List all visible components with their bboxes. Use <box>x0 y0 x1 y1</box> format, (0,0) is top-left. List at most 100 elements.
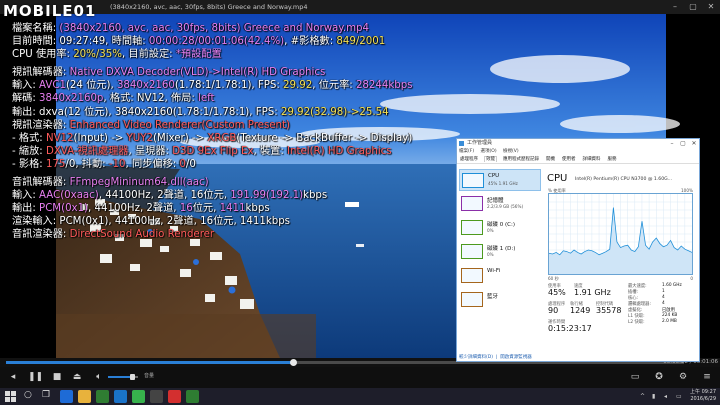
tm-menu-view[interactable]: 檢視(V) <box>503 149 519 154</box>
app-icon[interactable] <box>132 390 145 403</box>
notification-icon[interactable]: ▭ <box>676 393 682 400</box>
fewer-details-link[interactable]: 較少詳細資料(D) <box>459 355 493 360</box>
tm-resource-item[interactable]: Wi-Fi <box>459 265 541 287</box>
cpu-spec-key: L2 快取: <box>628 320 645 325</box>
clock-time: 上午 09:27 <box>690 389 716 395</box>
tm-tab[interactable]: 詳細資料 <box>582 157 602 162</box>
osd-segment: , 44100Hz, 2聲道, 16位元, <box>98 190 231 202</box>
osd-line: 視訊解碼器: Native DXVA Decoder(VLD)->Intel(R… <box>12 66 472 79</box>
tm-tab[interactable]: 效能 <box>484 156 497 162</box>
search-icon[interactable]: ○ <box>24 390 37 403</box>
osd-segment: NV12 <box>45 132 74 144</box>
volume-tray-icon[interactable]: ◂ <box>664 393 667 400</box>
pause-icon[interactable]: ❚❚ <box>28 371 43 383</box>
window-title-bar[interactable]: (3840x2160, avc, aac, 30fps, 8bits) Gree… <box>0 0 720 14</box>
osd-line: 解碼: 3840x2160p, 格式: NV12, 佈局: left <box>12 92 472 105</box>
volume-handle[interactable] <box>130 374 135 380</box>
osd-segment: 1411 <box>219 203 246 215</box>
osd-segment: /0 <box>185 158 196 170</box>
tm-tab[interactable]: 服務 <box>607 157 618 162</box>
osd-line: - 格式: NV12(Input) -> YUY2(Mixer) -> XRGB… <box>12 132 472 145</box>
tm-menu-options[interactable]: 選項(O) <box>481 149 497 154</box>
tm-title-bar[interactable]: 工作管理員 – ▢ ✕ <box>457 139 699 148</box>
taskmgr-app-icon[interactable] <box>186 390 199 403</box>
settings-icon[interactable]: ⚙ <box>676 371 690 383</box>
prev-frame-icon[interactable]: ◂ <box>6 371 20 383</box>
menu-icon[interactable]: ≡ <box>700 371 714 383</box>
osd-segment: - 格式: <box>12 132 46 144</box>
network-icon[interactable]: ▮ <box>652 393 655 400</box>
taskbar-clock[interactable]: 上午 09:27 2016/6/29 <box>690 389 716 403</box>
tm-close-icon[interactable]: ✕ <box>689 139 699 148</box>
close-icon[interactable]: ✕ <box>702 0 720 14</box>
osd-segment: 191.99(192.1) <box>230 190 304 202</box>
tm-cpu-panel: CPU Intel(R) Pentium(R) CPU N3700 @ 1.60… <box>545 169 695 355</box>
edge-icon[interactable] <box>60 390 73 403</box>
resource-monitor-link[interactable]: 開啟資源監視器 <box>500 355 532 360</box>
tm-footer: 較少詳細資料(D) | 開啟資源監視器 <box>459 355 532 360</box>
osd-segment: 音訊渲染器: <box>12 229 70 241</box>
task-manager-icon <box>459 141 464 146</box>
task-view-icon[interactable]: ❐ <box>42 390 55 403</box>
osd-segment: (Mixer) -> <box>152 132 208 144</box>
osd-segment: PCM(0x1) <box>39 203 89 215</box>
maximize-icon[interactable]: ▢ <box>684 0 702 14</box>
monitor-app-icon[interactable] <box>150 390 163 403</box>
tm-tab[interactable]: 使用者 <box>561 157 577 162</box>
task-manager-window[interactable]: 工作管理員 – ▢ ✕ 檔案(F) 選項(O) 檢視(V) 處理程序 效能 應用程式… <box>456 138 700 362</box>
tm-resource-item[interactable]: CPU 45% 1.91 GHz <box>459 169 541 191</box>
osd-segment: DirectSound Audio Renderer <box>69 229 215 241</box>
osd-line: 音訊渲染器: DirectSound Audio Renderer <box>12 228 472 241</box>
tm-resource-item[interactable]: 藍牙 <box>459 289 541 311</box>
osd-segment: 29.92(32.98)->25.54 <box>280 106 389 118</box>
tm-tab[interactable]: 開機 <box>545 157 556 162</box>
osd-line: 輸出: dxva(12 位元), 3840x2160(1.78:1/1.78:1… <box>12 106 472 119</box>
osd-segment: , 同步偏移: <box>125 158 180 170</box>
osd-segment: 28244kbps <box>355 80 413 92</box>
tm-resource-item[interactable]: 磁碟 0 (C:) 0% <box>459 217 541 239</box>
volume-slider[interactable] <box>108 374 138 380</box>
osd-segment: 視訊解碼器: <box>12 67 70 79</box>
screen: (3840x2160, avc, aac, 30fps, 8bits) Gree… <box>0 0 720 405</box>
osd-segment: 175 <box>45 158 66 170</box>
stat-uptime-value: 0:15:23:17 <box>548 324 592 333</box>
seek-progress <box>6 361 294 364</box>
tm-tab[interactable]: 應用程式歷程記錄 <box>502 157 540 162</box>
osd-segment: XRGB <box>207 132 237 144</box>
tm-menu-file[interactable]: 檔案(F) <box>459 149 474 154</box>
osd-segment: *預設配置 <box>175 49 222 61</box>
mail-icon[interactable] <box>114 390 127 403</box>
clock-date: 2016/6/29 <box>690 396 716 402</box>
tray-arrow-icon[interactable]: ^ <box>640 393 645 400</box>
stop-icon[interactable]: ■ <box>50 371 64 383</box>
store-icon[interactable] <box>96 390 109 403</box>
open-icon[interactable]: ⏏ <box>70 371 84 383</box>
tm-minimize-icon[interactable]: – <box>667 139 677 148</box>
osd-segment: 音訊解碼器: <box>12 177 70 189</box>
resource-sub: 2.2/3.9 GB (56%) <box>487 204 524 209</box>
cpu-spec-value: 4 <box>662 301 665 306</box>
osd-segment: , 位元率: <box>312 80 356 92</box>
minimize-icon[interactable]: – <box>666 0 684 14</box>
osd-segment: D3D 9Ex Flip Ex <box>172 145 254 157</box>
osd-line: 輸入: AVC1(24 位元), 3840x2160(1.78:1/1.78:1… <box>12 79 472 92</box>
osd-stats-overlay: 檔案名稱: (3840x2160, avc, aac, 30fps, 8bits… <box>12 22 472 242</box>
tm-resource-item[interactable]: 記憶體 2.2/3.9 GB (56%) <box>459 193 541 215</box>
player-app-icon[interactable] <box>168 390 181 403</box>
tm-maximize-icon[interactable]: ▢ <box>678 139 688 148</box>
resource-thumbnail <box>461 220 483 235</box>
osd-segment: /0, 抖動: <box>65 158 109 170</box>
tm-tab[interactable]: 處理程序 <box>459 157 479 162</box>
resource-name: CPU <box>488 173 500 179</box>
playlist-icon[interactable]: ▭ <box>628 371 642 383</box>
processor-name: Intel(R) Pentium(R) CPU N3700 @ 1.60G... <box>575 177 673 182</box>
seek-handle[interactable] <box>290 359 298 366</box>
windows-start-icon[interactable] <box>4 390 17 403</box>
tm-resource-item[interactable]: 磁碟 1 (D:) 0% <box>459 241 541 263</box>
cpu-spec-row: L2 快取: 2.0 MB <box>628 319 677 325</box>
speaker-icon[interactable]: 🔈︎ <box>92 371 106 383</box>
explorer-icon[interactable] <box>78 390 91 403</box>
cpu-spec-value: 1.60 GHz <box>662 283 682 288</box>
osd-line: 視訊渲染器: Enhanced Video Renderer(Custom Pr… <box>12 119 472 132</box>
effects-icon[interactable]: ✪ <box>652 371 666 383</box>
